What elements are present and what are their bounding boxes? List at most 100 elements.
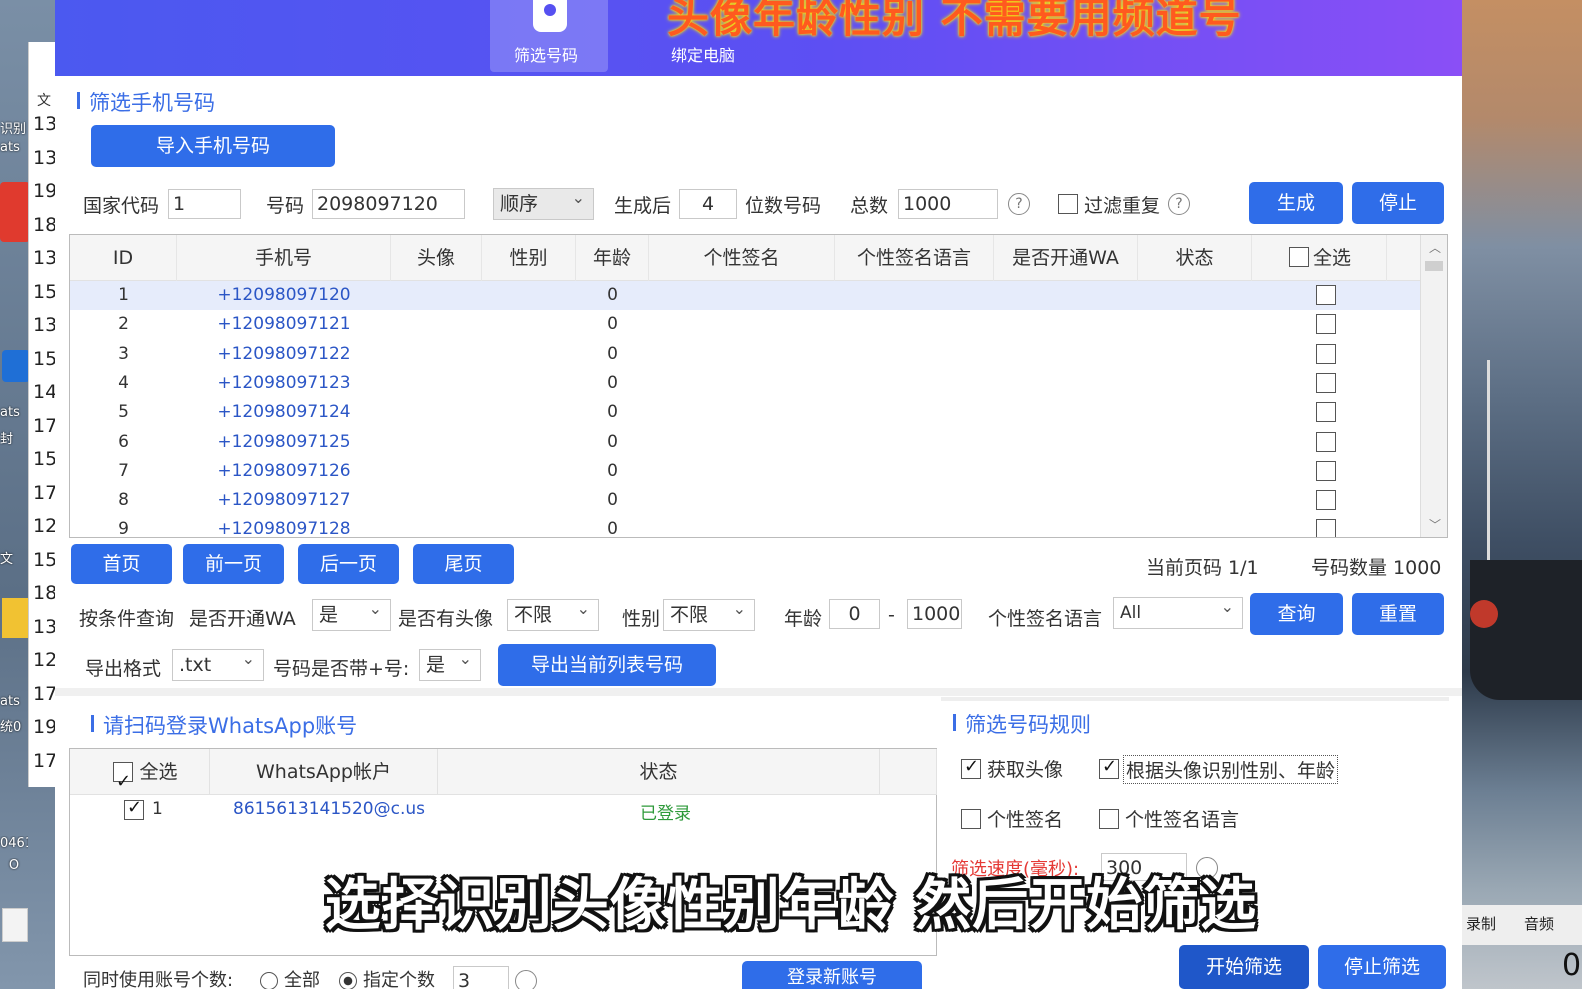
desktop-icon-label: 识别 [0,122,27,137]
boat-mast [1487,360,1490,580]
query-button[interactable]: 查询 [1250,593,1343,635]
stop-button[interactable]: 停止 [1352,182,1444,224]
life-buoy [1470,600,1498,628]
number-input[interactable]: 2098097120 [312,189,465,219]
dedupe-checkbox[interactable] [1058,194,1078,214]
table-row[interactable]: 8 +12098097127 0 [70,486,1420,515]
radio-custom-label: 指定个数 [363,970,435,989]
sig-lang-filter-select[interactable]: All [1113,592,1243,629]
account-row[interactable]: 1 8615613141520@c.us 已登录 [70,795,936,825]
generate-button[interactable]: 生成 [1249,182,1343,224]
account-row-id: 8615613141520@c.us [233,799,425,819]
last-page-button[interactable]: 尾页 [413,544,514,584]
cell-phone: +12098097128 [217,519,351,538]
boat [1470,560,1582,700]
wa-filter-select[interactable]: 是 [312,594,391,631]
explorer-number-cell: 19 [33,180,55,202]
prev-page-button[interactable]: 前一页 [183,544,284,584]
cell-phone: +12098097127 [217,490,351,511]
explorer-number-cell: 19 [33,716,55,738]
nav-filter-label[interactable]: 筛选号码 [514,42,578,66]
gender-filter-select[interactable]: 不限 [663,594,755,631]
signature-label: 个性签名 [987,809,1064,831]
row-checkbox[interactable] [1316,460,1336,481]
acct-select-all-checkbox[interactable] [113,759,133,805]
acct-col-status: 状态 [438,749,880,795]
export-format-select[interactable]: .txt [172,644,264,681]
account-row-checkbox[interactable] [124,797,144,820]
app-shortcut-icon[interactable] [0,182,30,242]
order-select[interactable]: 顺序 [493,183,594,220]
rules-panel: 筛选号码规则 获取头像 根据头像识别性别、年龄 个性签名 个性签名语言 筛选速度… [941,697,1449,989]
concurrent-accounts-label: 同时使用账号个数: [83,970,234,989]
get-avatar-checkbox[interactable] [961,756,981,779]
table-row[interactable]: 9 +12098097128 0 [70,515,1420,538]
row-checkbox[interactable] [1316,314,1336,335]
corner-digit: 0 [1562,948,1582,983]
stop-filter-button[interactable]: 停止筛选 [1318,945,1446,989]
signature-lang-checkbox[interactable] [1099,809,1119,829]
table-row[interactable]: 4 +12098097123 0 [70,369,1420,398]
scroll-down-icon[interactable]: ﹀ [1429,516,1441,533]
nav-bind-pc-label[interactable]: 绑定电脑 [671,42,735,66]
explorer-number-cell: 15 [33,347,55,370]
row-checkbox[interactable] [1316,490,1336,511]
row-checkbox[interactable] [1316,372,1336,393]
radio-all[interactable] [260,972,278,989]
scroll-up-icon[interactable]: ︿ [1429,239,1441,256]
avatar-filter-select[interactable]: 不限 [507,594,599,631]
table-row[interactable]: 1 +12098097120 0 [70,281,1420,310]
signature-checkbox[interactable] [961,809,981,829]
help-icon[interactable]: ? [1168,193,1190,215]
row-checkbox[interactable] [1316,431,1336,452]
table-row[interactable]: 3 +12098097122 0 [70,340,1420,369]
digits-label: 位数号码 [745,195,822,217]
explorer-number-cell: 17 [33,749,55,772]
export-format-label: 导出格式 [85,658,162,680]
row-checkbox[interactable] [1316,343,1336,364]
desktop-icon-label: 封 [0,432,14,447]
row-checkbox[interactable] [1316,519,1336,537]
app-header: 筛选号码 绑定电脑 头像年龄性别 不需要用频道号 [55,0,1462,76]
table-row[interactable]: 7 +12098097126 0 [70,457,1420,486]
detect-gender-age-checkbox[interactable] [1099,756,1119,779]
desktop-icon-label: 文 [0,552,14,567]
select-all-checkbox[interactable] [1289,247,1309,267]
table-scrollbar[interactable]: ︿ ﹀ [1420,235,1447,537]
radio-custom[interactable] [339,972,357,989]
age-max-input[interactable]: 1000 [907,599,962,629]
explorer-number-cell: 13 [33,615,55,638]
reset-button[interactable]: 重置 [1352,593,1444,635]
avatar-filter-label: 是否有头像 [398,608,494,630]
export-list-button[interactable]: 导出当前列表号码 [498,644,716,686]
cell-id: 2 [118,314,129,335]
next-page-button[interactable]: 后一页 [298,544,399,584]
explorer-number-cell: 13 [33,113,55,135]
digits-input[interactable]: 4 [679,189,737,219]
table-row[interactable]: 5 +12098097124 0 [70,398,1420,427]
accounts-title: 请扫码登录WhatsApp账号 [91,710,357,740]
scroll-thumb[interactable] [1425,261,1443,271]
login-new-account-button[interactable]: 登录新账号 [742,961,922,989]
table-row[interactable]: 2 +12098097121 0 [70,310,1420,339]
cell-age: 0 [607,285,618,305]
total-input[interactable]: 1000 [898,189,998,219]
video-app-icon[interactable] [2,350,30,382]
help-icon[interactable]: ? [1008,193,1030,215]
cell-phone: +12098097124 [217,402,351,423]
cell-phone: +12098097122 [217,343,351,364]
country-code-input[interactable]: 1 [168,189,241,219]
age-filter-label: 年龄 [784,608,823,630]
folder-icon[interactable] [2,598,28,638]
cell-phone: +12098097123 [217,372,351,393]
row-checkbox[interactable] [1316,285,1336,305]
age-min-input[interactable]: 0 [829,599,880,629]
table-row[interactable]: 6 +12098097125 0 [70,428,1420,457]
help-icon[interactable] [515,970,537,989]
first-page-button[interactable]: 首页 [71,544,172,584]
custom-count-input[interactable]: 3 [453,966,509,989]
import-numbers-button[interactable]: 导入手机号码 [91,125,335,167]
plus-sign-select[interactable]: 是 [419,644,481,681]
row-checkbox[interactable] [1316,402,1336,423]
start-filter-button[interactable]: 开始筛选 [1179,945,1309,989]
